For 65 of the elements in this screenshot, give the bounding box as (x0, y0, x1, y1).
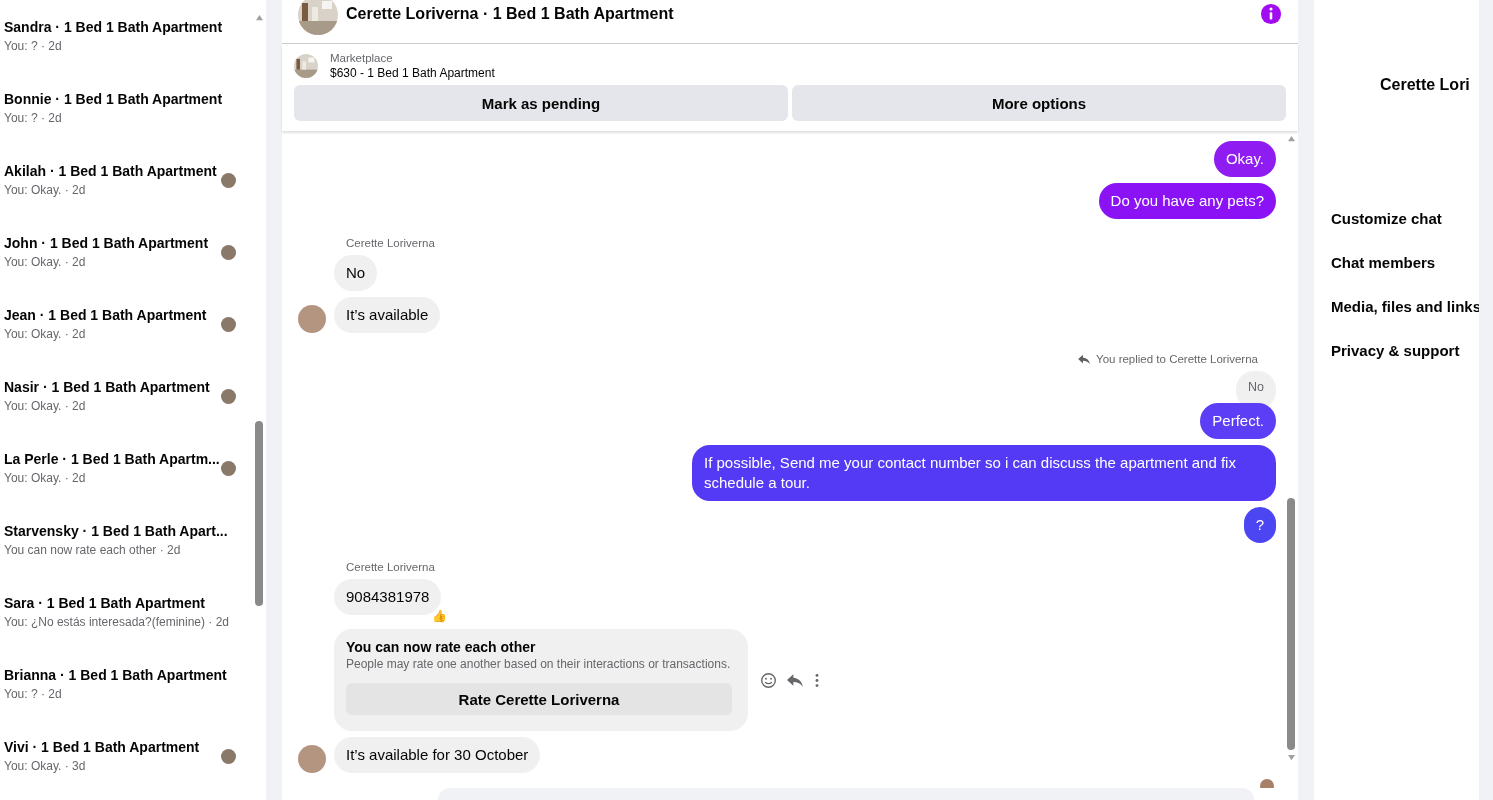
rate-button[interactable]: Rate Cerette Loriverna (346, 683, 732, 715)
received-message: No (334, 255, 378, 291)
conversation-preview: You: Okay. · 2d (4, 255, 86, 269)
conversation-title: Nasir · 1 Bed 1 Bath Apartment (4, 379, 210, 395)
received-message: It’s available (334, 297, 441, 333)
action-button[interactable]: More options (792, 85, 1286, 121)
scroll-up-icon[interactable] (1286, 135, 1296, 142)
listing-source: Marketplace (330, 52, 394, 64)
listing-summary: $630 - 1 Bed 1 Bath Apartment (330, 66, 495, 80)
details-menu-item[interactable]: Privacy & support (1331, 342, 1479, 360)
conversation-title: Sandra · 1 Bed 1 Bath Apartment (4, 19, 223, 35)
conversation-item[interactable]: Bonnie · 1 Bed 1 Bath Apartment You: ? · 2d (0, 72, 252, 144)
conversation-preview: You: ? · 2d (4, 687, 62, 701)
sender-name: Cerette Loriverna (346, 561, 435, 573)
conversation-preview: You: ? · 2d (4, 111, 62, 125)
conversation-title: Akilah · 1 Bed 1 Bath Apartment (4, 163, 217, 179)
scroll-down-icon[interactable] (1286, 754, 1296, 761)
conversation-title: Brianna · 1 Bed 1 Bath Apartment (4, 667, 227, 683)
details-menu-item[interactable]: Customize chat (1331, 210, 1479, 228)
conversation-item[interactable]: Starvensky · 1 Bed 1 Bath Apart... You can now rate each other · 2d (0, 504, 252, 576)
conversation-preview: You: Okay. · 2d (4, 327, 86, 341)
conversation-item[interactable]: La Perle · 1 Bed 1 Bath Apartm... You: Okay. · 2d (0, 432, 252, 504)
reply-note: You replied to Cerette Loriverna (1096, 353, 1258, 365)
conversation-preview: You: Okay. · 2d (4, 183, 86, 197)
sent-message: If possible, Send me your contact number so i can discuss the apartment and fix schedule a tour. (692, 445, 1276, 501)
sender-name: Cerette Loriverna (346, 237, 435, 249)
details-menu-item[interactable]: Chat members (1331, 254, 1479, 272)
card-text: People may rate one another based on their interactions or transactions. (346, 657, 732, 671)
action-button[interactable]: Mark as pending (294, 85, 788, 121)
sent-message: Perfect. (1200, 403, 1276, 439)
conversation-item[interactable]: Vivi · 1 Bed 1 Bath Apartment You: Okay. · 3d (0, 720, 252, 792)
card-title: You can now rate each other (346, 639, 537, 655)
reply-icon (1078, 353, 1092, 365)
sent-message: Do you have any pets? (1098, 183, 1276, 219)
conversation-preview: You: Okay. · 2d (4, 471, 86, 485)
conversation-title: John · 1 Bed 1 Bath Apartment (4, 235, 209, 251)
conversation-title: Sara · 1 Bed 1 Bath Apartment (4, 595, 205, 611)
conversation-item[interactable]: Brianna · 1 Bed 1 Bath Apartment You: ? · 2d (0, 648, 252, 720)
contact-name: Cerette Lori (1380, 76, 1471, 94)
emoji-icon[interactable] (760, 671, 777, 689)
conversation-preview: You can now rate each other · 2d (4, 543, 181, 557)
conversation-preview: You: Okay. · 3d (4, 759, 86, 773)
received-message: It’s available for 30 October (334, 737, 541, 773)
conversation-item[interactable]: Nasir · 1 Bed 1 Bath Apartment You: Okay. · 2d (0, 360, 252, 432)
conversation-title: Jean · 1 Bed 1 Bath Apartment (4, 307, 207, 323)
more-icon[interactable] (814, 671, 820, 689)
scrollbar-thumb[interactable] (1287, 498, 1295, 750)
conversation-preview: You: Okay. · 2d (4, 399, 86, 413)
chat-title: Cerette Loriverna · 1 Bed 1 Bath Apartment (346, 4, 675, 23)
conversation-title: Bonnie · 1 Bed 1 Bath Apartment (4, 91, 223, 107)
conversation-title: La Perle · 1 Bed 1 Bath Apartm... (4, 451, 220, 467)
conversation-item[interactable]: Sara · 1 Bed 1 Bath Apartment You: ¿No estás interesada?(feminine) · 2d (0, 576, 252, 648)
conversation-item[interactable]: Akilah · 1 Bed 1 Bath Apartment You: Okay. · 2d (0, 144, 252, 216)
conversation-title: Starvensky · 1 Bed 1 Bath Apart... (4, 523, 228, 539)
conversation-preview: You: ? · 2d (4, 39, 62, 53)
conversation-item[interactable]: Sandra · 1 Bed 1 Bath Apartment You: ? · 2d (0, 0, 252, 72)
conversation-title: Vivi · 1 Bed 1 Bath Apartment (4, 739, 200, 755)
conversation-preview: You: ¿No estás interesada?(feminine) · 2d (4, 615, 229, 629)
sent-message: ? (1243, 507, 1276, 543)
sent-message: Okay. (1213, 141, 1276, 177)
conversation-item[interactable]: John · 1 Bed 1 Bath Apartment You: Okay. · 2d (0, 216, 252, 288)
conversation-item[interactable]: Jean · 1 Bed 1 Bath Apartment You: Okay. · 2d (0, 288, 252, 360)
info-icon[interactable] (1260, 2, 1282, 25)
scrollbar-thumb[interactable] (255, 421, 263, 606)
scroll-up-icon[interactable] (254, 14, 264, 21)
